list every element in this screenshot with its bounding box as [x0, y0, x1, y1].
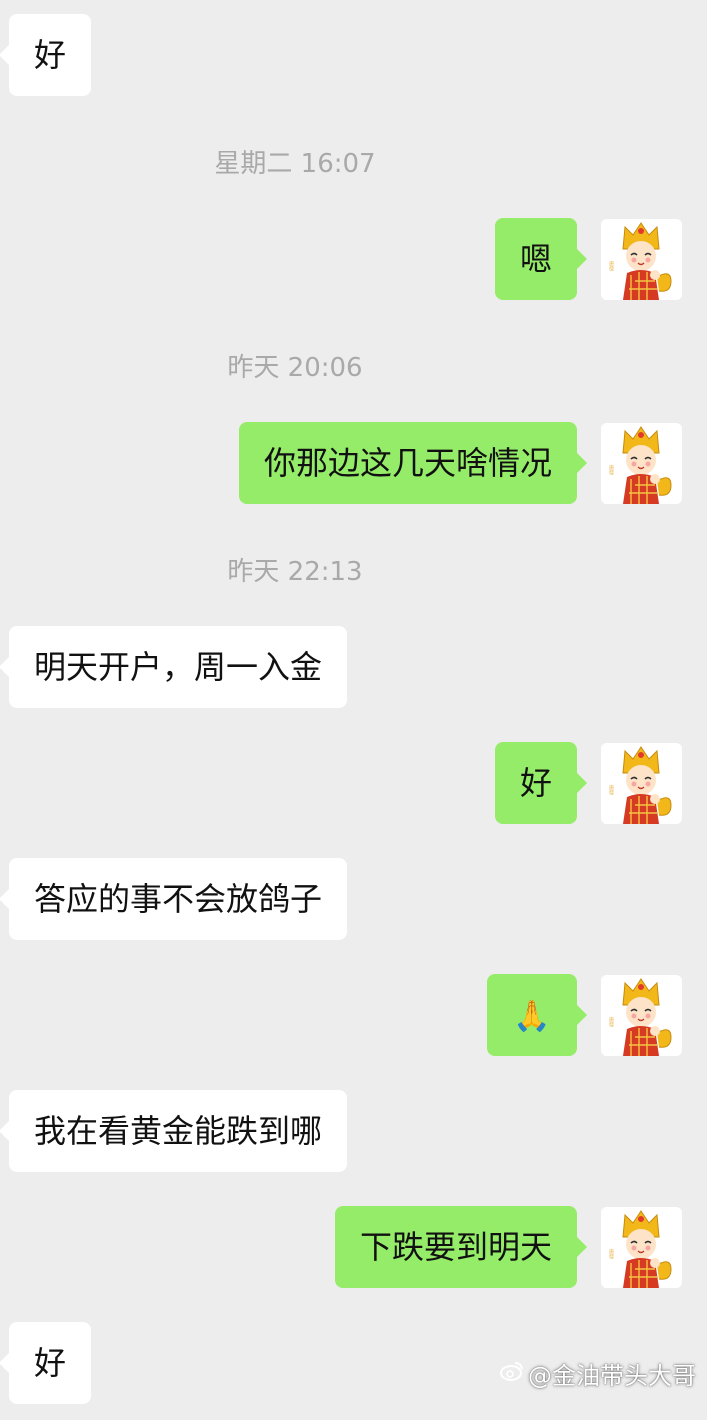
watermark: @金油带头大哥 — [500, 1358, 696, 1394]
message-bubble-outgoing[interactable]: 嗯 — [494, 218, 588, 300]
chat-view: 好 星期二 16:07 嗯 昨天 20:06 你那边这几天啥情况 昨天 22:1… — [0, 0, 707, 1420]
message-bubble-incoming[interactable]: 好 — [0, 14, 92, 96]
monk-sticker-avatar[interactable] — [601, 975, 682, 1056]
monk-sticker-avatar[interactable] — [601, 219, 682, 300]
message-bubble-incoming[interactable]: 我在看黄金能跌到哪 — [0, 1090, 348, 1172]
weibo-icon — [500, 1358, 524, 1394]
message-bubble-outgoing[interactable]: 下跌要到明天 — [334, 1206, 588, 1288]
monk-sticker-avatar[interactable] — [601, 743, 682, 824]
message-bubble-incoming[interactable]: 明天开户，周一入金 — [0, 626, 348, 708]
message-bubble-outgoing[interactable]: 🙏 — [487, 974, 587, 1056]
timestamp: 昨天 20:06 — [227, 353, 363, 383]
monk-sticker-avatar[interactable] — [601, 1207, 682, 1288]
timestamp: 昨天 22:13 — [227, 557, 363, 587]
timestamp: 星期二 16:07 — [214, 149, 376, 179]
message-bubble-outgoing[interactable]: 你那边这几天啥情况 — [238, 422, 588, 504]
praying-hands-emoji: 🙏 — [513, 999, 551, 1034]
message-bubble-outgoing[interactable]: 好 — [494, 742, 588, 824]
watermark-text: @金油带头大哥 — [528, 1362, 696, 1390]
message-bubble-incoming[interactable]: 好 — [0, 1322, 92, 1404]
message-bubble-incoming[interactable]: 答应的事不会放鸽子 — [0, 858, 348, 940]
monk-sticker-avatar[interactable] — [601, 423, 682, 504]
